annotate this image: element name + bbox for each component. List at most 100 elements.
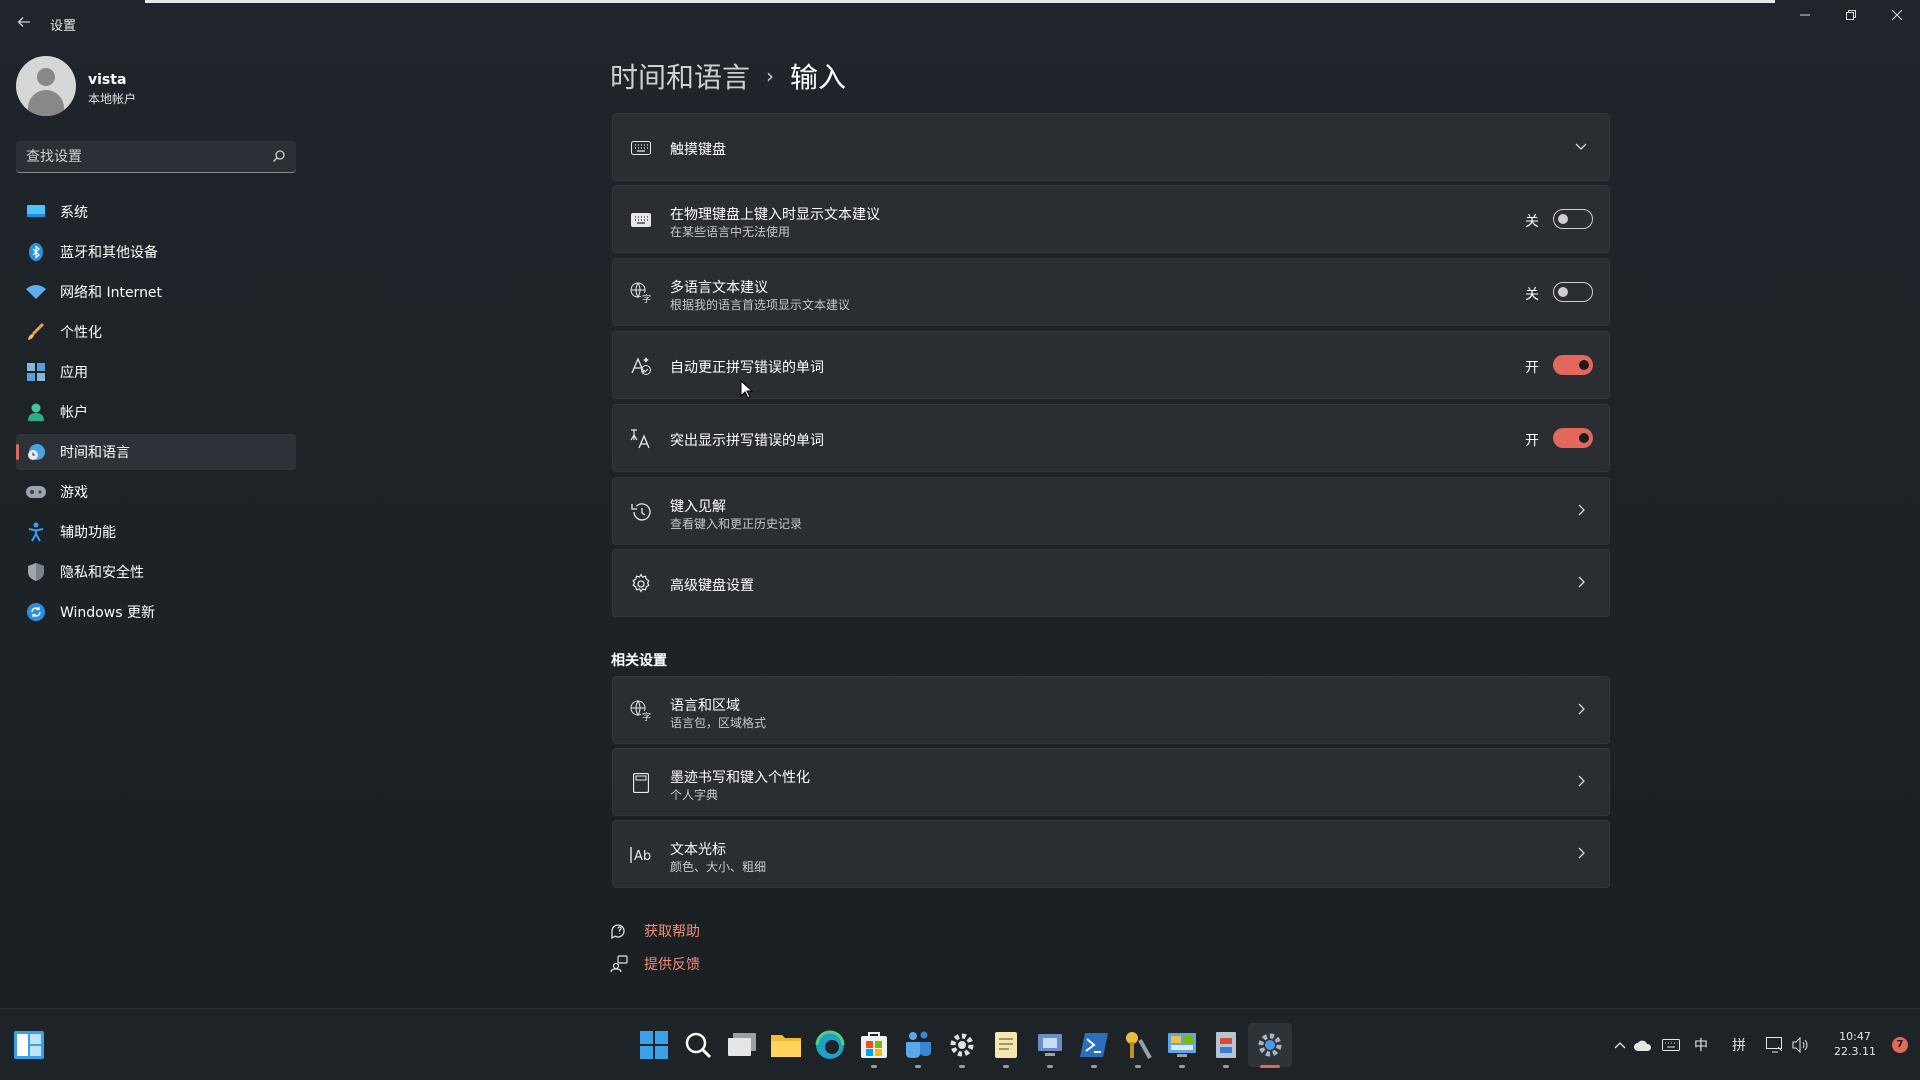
inking-typing-card[interactable]: 墨迹书写和键入个性化 个人字典	[612, 748, 1610, 816]
breadcrumb-parent[interactable]: 时间和语言	[610, 56, 750, 96]
minimize-button[interactable]	[1782, 4, 1828, 30]
get-help-text[interactable]: 获取帮助	[644, 921, 700, 941]
taskbar-edge[interactable]	[808, 1023, 852, 1067]
sidebar-item-personalization[interactable]: 个性化	[16, 314, 296, 350]
toggle-knob	[1558, 214, 1568, 224]
autocorrect-toggle[interactable]	[1553, 355, 1593, 375]
gamepad-icon	[26, 482, 46, 502]
taskbar-control-panel[interactable]	[1160, 1023, 1204, 1068]
running-indicator	[915, 1065, 921, 1068]
taskbar-settings-gear[interactable]	[940, 1023, 984, 1068]
restore-button[interactable]	[1828, 4, 1874, 30]
gear-icon	[629, 572, 653, 596]
widgets-icon	[14, 1031, 44, 1059]
close-button[interactable]	[1874, 4, 1920, 30]
sidebar-item-apps[interactable]: 应用	[16, 354, 296, 390]
setting-title: 墨迹书写和键入个性化	[670, 770, 810, 786]
ime-mode-indicator[interactable]: 拼	[1732, 1035, 1746, 1055]
back-button[interactable]	[12, 12, 36, 36]
language-region-card[interactable]: 字 语言和区域 语言包，区域格式	[612, 676, 1610, 744]
search-icon	[685, 1032, 712, 1059]
taskbar-remote-desktop[interactable]	[1028, 1023, 1072, 1068]
clock[interactable]: 10:47 22.3.11	[1834, 1029, 1876, 1059]
taskbar-start-button[interactable]	[632, 1023, 676, 1067]
sidebar-item-label: 系统	[60, 205, 88, 221]
keyboard-icon[interactable]	[1662, 1039, 1680, 1051]
app-title: 设置	[50, 19, 77, 34]
taskbar-search-button[interactable]	[676, 1023, 720, 1067]
advanced-keyboard-card[interactable]: 高级键盘设置	[612, 549, 1610, 617]
sidebar-item-privacy[interactable]: 隐私和安全性	[16, 554, 296, 590]
brush-icon	[26, 322, 46, 342]
sidebar-item-label: 帐户	[60, 405, 88, 421]
feedback-link[interactable]: 提供反馈	[610, 954, 700, 974]
get-help-link[interactable]: 获取帮助	[610, 921, 700, 941]
taskbar-teams[interactable]	[896, 1023, 940, 1068]
sidebar-item-system[interactable]: 系统	[16, 194, 296, 230]
sidebar-item-gaming[interactable]: 游戏	[16, 474, 296, 510]
taskbar-settings-active[interactable]	[1248, 1023, 1292, 1068]
sidebar-item-accessibility[interactable]: 辅助功能	[16, 514, 296, 550]
taskbar: 中 拼 10:47 22.3.11 7	[0, 1008, 1920, 1080]
sidebar-item-time-language[interactable]: 时间和语言	[16, 434, 296, 470]
toggle-state-label: 关	[1525, 287, 1539, 303]
chevron-right-icon	[1578, 775, 1585, 787]
taskbar-file-explorer[interactable]	[764, 1023, 808, 1067]
multilingual-suggestions-toggle[interactable]	[1553, 282, 1593, 302]
chevron-up-icon[interactable]	[1614, 1041, 1626, 1049]
settings-gear-icon	[950, 1033, 974, 1057]
running-indicator	[959, 1065, 965, 1068]
onedrive-icon[interactable]	[1634, 1039, 1652, 1051]
ime-language-indicator[interactable]: 中	[1694, 1035, 1708, 1055]
chevron-right-icon	[1578, 576, 1585, 588]
taskbar-store[interactable]	[852, 1023, 896, 1068]
related-settings-heading: 相关设置	[611, 653, 667, 669]
notification-badge[interactable]: 7	[1892, 1037, 1908, 1053]
keyboard-icon	[629, 136, 653, 160]
search-input[interactable]	[16, 141, 256, 172]
taskbar-tools[interactable]	[1116, 1023, 1160, 1068]
chevron-down-icon[interactable]	[1573, 138, 1589, 154]
sidebar-item-network[interactable]: 网络和 Internet	[16, 274, 296, 310]
avatar[interactable]	[16, 56, 76, 116]
running-indicator	[1003, 1065, 1009, 1068]
chevron-right-icon	[1578, 847, 1585, 859]
sidebar-item-label: 个性化	[60, 325, 102, 341]
sidebar-item-windows-update[interactable]: Windows 更新	[16, 594, 296, 630]
back-arrow-icon	[17, 17, 30, 27]
search-icon[interactable]	[272, 149, 286, 163]
feedback-text[interactable]: 提供反馈	[644, 954, 700, 974]
typing-insights-card[interactable]: 键入见解 查看键入和更正历史记录	[612, 477, 1610, 545]
running-indicator	[1135, 1065, 1141, 1068]
setting-title: 语言和区域	[670, 698, 740, 714]
touch-keyboard-card[interactable]: 触摸键盘	[612, 113, 1610, 181]
taskbar-task-view-button[interactable]	[720, 1023, 764, 1067]
user-name: vista	[88, 72, 127, 88]
text-suggestions-toggle[interactable]	[1553, 209, 1593, 229]
highlight-misspelled-card: 突出显示拼写错误的单词 开	[612, 404, 1610, 472]
widgets-button[interactable]	[12, 1029, 46, 1061]
network-icon[interactable]	[1766, 1037, 1784, 1053]
text-cursor-card[interactable]: Ab 文本光标 颜色、大小、粗细	[612, 820, 1610, 888]
tools-icon	[1126, 1032, 1152, 1059]
close-icon	[1891, 9, 1903, 21]
volume-icon[interactable]	[1792, 1037, 1810, 1053]
taskbar-registry[interactable]	[1204, 1023, 1248, 1068]
shield-icon	[26, 562, 46, 582]
sidebar-item-bluetooth[interactable]: 蓝牙和其他设备	[16, 234, 296, 270]
sidebar-item-label: Windows 更新	[60, 605, 155, 621]
mouse-cursor-icon	[740, 380, 754, 399]
monitor-icon	[26, 202, 46, 222]
apps-icon	[26, 362, 46, 382]
accessibility-icon	[26, 522, 46, 542]
settings-icon	[1258, 1033, 1282, 1057]
taskbar-notepad[interactable]	[984, 1023, 1028, 1068]
highlight-misspelled-toggle[interactable]	[1553, 428, 1593, 448]
sidebar-item-accounts[interactable]: 帐户	[16, 394, 296, 430]
sidebar-item-label: 蓝牙和其他设备	[60, 245, 158, 261]
search-box[interactable]	[16, 141, 296, 173]
toggle-knob	[1579, 360, 1589, 370]
setting-title: 多语言文本建议	[670, 280, 768, 296]
taskbar-powershell[interactable]	[1072, 1023, 1116, 1068]
setting-title: 文本光标	[670, 842, 726, 858]
